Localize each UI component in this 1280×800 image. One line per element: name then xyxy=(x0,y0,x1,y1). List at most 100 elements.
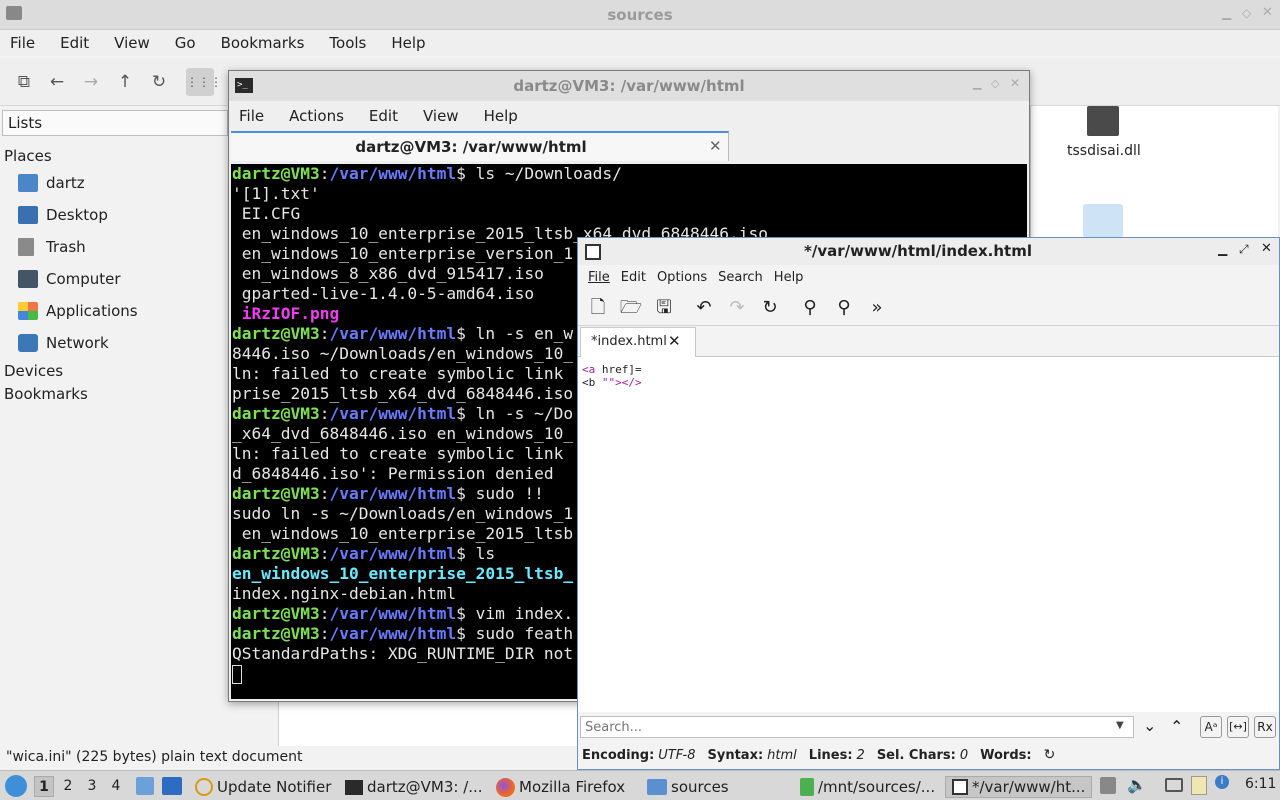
menu-view[interactable]: View xyxy=(423,107,459,125)
whole-word-icon[interactable]: [↔] xyxy=(1227,716,1249,738)
search-prev-icon[interactable]: ⌃ xyxy=(1170,717,1183,736)
menu-file[interactable]: File xyxy=(588,270,610,285)
close-tab-icon[interactable]: ✕ xyxy=(668,332,681,350)
file-manager-titlebar[interactable]: sources ▁ ◇ ✕ xyxy=(0,0,1280,30)
find-replace-icon[interactable]: ⚲ xyxy=(832,296,856,320)
menu-bookmarks[interactable]: Bookmarks xyxy=(221,34,305,52)
start-menu-icon[interactable] xyxy=(5,775,27,797)
menu-search[interactable]: Search xyxy=(718,270,763,285)
save-icon[interactable]: 🖫 xyxy=(652,296,676,320)
output-text: EI.CFG xyxy=(232,204,301,223)
output-text: '[1].txt' xyxy=(232,184,320,203)
file-label[interactable]: tssdisai.dll xyxy=(1067,143,1141,159)
menu-view[interactable]: View xyxy=(114,34,150,52)
volume-icon[interactable]: 🔈 xyxy=(1127,775,1147,794)
task-update-notifier[interactable]: Update Notifier xyxy=(195,776,331,798)
redo-icon[interactable]: ↷ xyxy=(725,296,749,320)
menu-file[interactable]: File xyxy=(10,34,35,52)
terminal-tab[interactable]: dartz@VM3: /var/www/html ✕ xyxy=(231,131,729,161)
dll-file-icon[interactable] xyxy=(1087,106,1119,136)
menu-file[interactable]: File xyxy=(239,107,264,125)
match-case-icon[interactable]: Aᵃ xyxy=(1200,716,1222,738)
menu-edit[interactable]: Edit xyxy=(60,34,89,52)
close-icon[interactable]: ✕ xyxy=(1261,241,1272,256)
search-dropdown-icon[interactable]: ▼ xyxy=(1116,720,1124,731)
prompt-user: dartz@VM3 xyxy=(232,404,320,423)
task-mnt-sources[interactable]: /mnt/sources/... xyxy=(800,776,935,798)
menu-edit[interactable]: Edit xyxy=(369,107,398,125)
minimize-icon[interactable]: ▁ xyxy=(1218,242,1227,256)
regex-icon[interactable]: Rx xyxy=(1254,716,1276,738)
new-file-icon[interactable]: 🗋 xyxy=(586,296,610,320)
eject-icon[interactable] xyxy=(1100,777,1116,794)
terminal-line: '[1].txt' xyxy=(232,184,1027,204)
words-label: Words: xyxy=(980,747,1032,763)
menu-help[interactable]: Help xyxy=(484,107,518,125)
go-to-icon[interactable]: » xyxy=(865,296,889,320)
file-manager-launcher-icon[interactable] xyxy=(136,777,154,795)
sidebar-item-network[interactable]: Network xyxy=(18,334,109,352)
back-icon[interactable]: ← xyxy=(43,68,71,96)
close-tab-icon[interactable]: ✕ xyxy=(709,137,722,155)
sidebar-item-dartz[interactable]: dartz xyxy=(18,174,85,192)
display-icon[interactable] xyxy=(1165,778,1183,792)
menu-help[interactable]: Help xyxy=(391,34,425,52)
menu-go[interactable]: Go xyxy=(175,34,196,52)
menu-edit[interactable]: Edit xyxy=(621,270,646,285)
open-file-icon[interactable]: 🗁 xyxy=(619,296,643,320)
workspace-1[interactable]: 1 xyxy=(34,776,54,797)
windows-file-icon[interactable] xyxy=(1083,204,1123,238)
workspace-2[interactable]: 2 xyxy=(58,776,78,797)
close-icon[interactable]: ✕ xyxy=(1262,5,1273,20)
workspace-3[interactable]: 3 xyxy=(82,776,102,797)
task-firefox[interactable]: Mozilla Firefox xyxy=(496,776,625,798)
menu-options[interactable]: Options xyxy=(657,270,707,285)
desktop-launcher-icon[interactable] xyxy=(162,777,182,795)
menu-actions[interactable]: Actions xyxy=(289,107,344,125)
archive-icon xyxy=(800,778,814,796)
forward-icon[interactable]: → xyxy=(77,68,105,96)
reload-icon[interactable]: ↻ xyxy=(145,68,173,96)
task-editor[interactable]: */var/www/ht... xyxy=(945,776,1093,798)
sidebar-item-applications[interactable]: Applications xyxy=(18,302,138,320)
menu-tools[interactable]: Tools xyxy=(329,34,366,52)
close-icon[interactable]: ✕ xyxy=(1010,76,1020,90)
output-text: gparted-live-1.4.0-5-amd64.iso xyxy=(232,284,535,303)
search-input[interactable] xyxy=(580,716,1134,738)
maximize-icon[interactable]: ⤢ xyxy=(1239,242,1249,257)
sidebar-mode-select[interactable]: Lists xyxy=(2,110,228,136)
refresh-icon[interactable]: ↻ xyxy=(1044,747,1056,763)
reload-icon[interactable]: ↻ xyxy=(758,296,782,320)
maximize-icon[interactable]: ◇ xyxy=(991,77,999,90)
editor-toolbar: 🗋 🗁 🖫 ↶ ↷ ↻ ⚲ ⚲ » xyxy=(578,290,1279,326)
clock[interactable]: 6:11 xyxy=(1245,776,1276,792)
workspace-4[interactable]: 4 xyxy=(106,776,126,797)
find-icon[interactable]: ⚲ xyxy=(798,296,822,320)
editor-titlebar[interactable]: */var/www/html/index.html ▁ ⤢ ✕ xyxy=(578,238,1279,265)
clipboard-icon[interactable] xyxy=(1191,776,1207,795)
new-tab-icon[interactable]: ⧉ xyxy=(10,68,38,96)
sidebar-item-desktop[interactable]: Desktop xyxy=(18,206,108,224)
sidebar-item-computer[interactable]: Computer xyxy=(18,270,121,288)
minimize-icon[interactable]: ▁ xyxy=(1222,6,1231,20)
search-next-icon[interactable]: ⌄ xyxy=(1143,716,1156,735)
task-terminal[interactable]: dartz@VM3: /... xyxy=(345,776,483,798)
terminal-titlebar[interactable]: >_ dartz@VM3: /var/www/html ▁ ◇ ✕ xyxy=(229,71,1029,101)
window-title: dartz@VM3: /var/www/html xyxy=(513,77,745,95)
notification-icon[interactable]: i xyxy=(1215,775,1229,789)
editor-tab[interactable]: *index.html ✕ xyxy=(580,327,696,357)
command-text: $ sudo !! xyxy=(456,484,544,503)
grid-view-icon[interactable]: ⋮⋮⋮ xyxy=(186,68,222,96)
bookmarks-header[interactable]: Bookmarks xyxy=(4,385,88,403)
devices-header[interactable]: Devices xyxy=(4,362,63,380)
up-icon[interactable]: ↑ xyxy=(111,68,139,96)
menu-help[interactable]: Help xyxy=(774,270,804,285)
task-sources[interactable]: sources xyxy=(647,776,729,798)
prompt-colon: : xyxy=(319,604,330,623)
undo-icon[interactable]: ↶ xyxy=(692,296,716,320)
prompt-colon: : xyxy=(319,404,330,423)
minimize-icon[interactable]: ▁ xyxy=(973,77,981,90)
maximize-icon[interactable]: ◇ xyxy=(1242,6,1251,20)
editor-text-area[interactable]: <a href]= <b ""></> xyxy=(578,357,1279,712)
sidebar-item-trash[interactable]: Trash xyxy=(18,238,86,256)
